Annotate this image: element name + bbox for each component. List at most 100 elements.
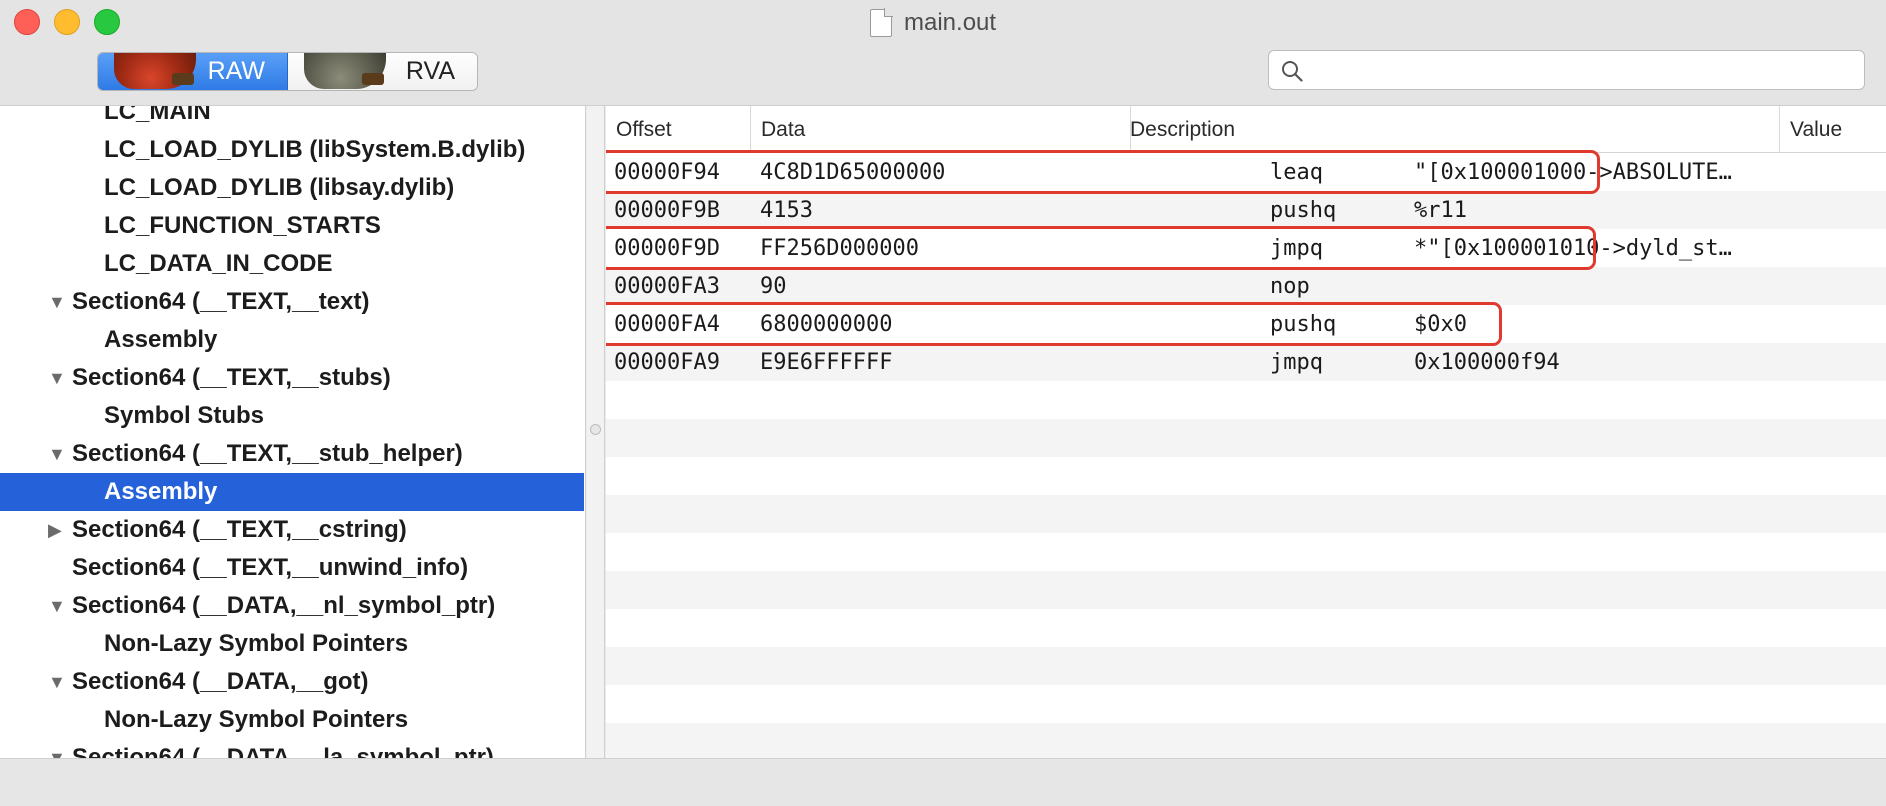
sidebar-item[interactable]: LC_LOAD_DYLIB (libsay.dylib) (0, 169, 584, 207)
table-row[interactable]: 00000FA4 6800000000 pushq $0x0 (606, 305, 1886, 343)
sidebar-item-label: Section64 (__TEXT,__unwind_info) (72, 554, 469, 581)
sidebar-item-label: Section64 (__TEXT,__stubs) (72, 364, 391, 391)
offset-cell: 00000FA4 (614, 311, 720, 337)
sidebar-item[interactable]: ▼ Section64 (__TEXT,__text) (0, 283, 584, 321)
table-row[interactable]: 00000FA3 90 nop (606, 267, 1886, 305)
empty-table-row (606, 571, 1886, 609)
sidebar-item[interactable]: LC_DATA_IN_CODE (0, 245, 584, 283)
offset-cell: 00000F9B (614, 197, 720, 223)
operand-cell: *"[0x100001010->dyld_st… (1414, 235, 1732, 261)
sidebar-item[interactable]: Symbol Stubs (0, 397, 584, 435)
search-field[interactable] (1268, 50, 1865, 90)
sidebar-item[interactable]: LC_LOAD_DYLIB (libSystem.B.dylib) (0, 131, 584, 169)
load-commands-tree: LC_MAIN LC_LOAD_DYLIB (libSystem.B.dylib)… (0, 106, 586, 758)
sidebar-item[interactable]: Assembly (0, 321, 584, 359)
zoom-window-button[interactable] (94, 9, 120, 35)
data-cell: E9E6FFFFFF (760, 349, 893, 375)
disclosure-triangle-icon[interactable]: ▼ (48, 596, 66, 617)
offset-cell: 00000F94 (614, 159, 720, 185)
sidebar-item-label: Non-Lazy Symbol Pointers (104, 630, 409, 657)
mnemonic-cell: pushq (1270, 197, 1337, 223)
column-header-data[interactable]: Data (751, 106, 1131, 153)
sidebar-item[interactable]: Section64 (__TEXT,__unwind_info) (0, 549, 584, 587)
empty-table-row (606, 685, 1886, 723)
sidebar-item[interactable]: Non-Lazy Symbol Pointers (0, 625, 584, 663)
data-cell: 90 (760, 273, 787, 299)
operand-cell: "[0x100001000->ABSOLUTE… (1414, 159, 1732, 185)
sidebar-item-label: Section64 (__DATA,__la_symbol_ptr) (72, 744, 494, 758)
sidebar-item[interactable]: Non-Lazy Symbol Pointers (0, 701, 584, 739)
sidebar-item[interactable]: ▼ Section64 (__DATA,__la_symbol_ptr) (0, 739, 584, 758)
disclosure-triangle-icon[interactable]: ▶ (48, 520, 62, 541)
sidebar-item[interactable]: LC_FUNCTION_STARTS (0, 207, 584, 245)
data-cell: 4C8D1D65000000 (760, 159, 946, 185)
rva-mode-label: RVA (405, 57, 455, 85)
sidebar-item-label: Section64 (__DATA,__got) (72, 668, 369, 695)
empty-table-row (606, 457, 1886, 495)
raw-mode-button[interactable]: RAW (98, 53, 288, 90)
sidebar-item[interactable]: ▼ Section64 (__DATA,__nl_symbol_ptr) (0, 587, 584, 625)
sidebar-item-label: Assembly (104, 478, 218, 505)
data-cell: 4153 (760, 197, 813, 223)
data-cell: 6800000000 (760, 311, 893, 337)
operand-cell: 0x100000f94 (1414, 349, 1560, 375)
offset-cell: 00000F9D (614, 235, 720, 261)
data-cell: FF256D000000 (760, 235, 919, 261)
disclosure-triangle-icon[interactable]: ▼ (48, 444, 66, 465)
sidebar-item-label: LC_FUNCTION_STARTS (104, 212, 381, 239)
raw-mode-label: RAW (207, 57, 265, 85)
table-row[interactable]: 00000F9B 4153 pushq %r11 (606, 191, 1886, 229)
table-header: Offset Data Description Value (606, 106, 1886, 153)
operand-cell: $0x0 (1414, 311, 1467, 337)
sidebar-item-label: Symbol Stubs (104, 402, 265, 429)
title-bar: main.out RAW RVA (0, 0, 1886, 106)
sidebar-item-label: Assembly (104, 326, 218, 353)
sidebar-item-label: Section64 (__DATA,__nl_symbol_ptr) (72, 592, 496, 619)
column-header-description[interactable]: Description (1120, 106, 1780, 153)
sidebar-item[interactable]: Assembly (0, 473, 584, 511)
disclosure-triangle-icon[interactable]: ▼ (48, 368, 66, 389)
sidebar-item[interactable]: LC_MAIN (0, 106, 584, 131)
minimize-window-button[interactable] (54, 9, 80, 35)
sidebar-item[interactable]: ▼ Section64 (__TEXT,__stubs) (0, 359, 584, 397)
sidebar-item-label: Section64 (__TEXT,__text) (72, 288, 370, 315)
empty-table-row (606, 381, 1886, 419)
disassembly-table: Offset Data Description Value 00000F94 4C… (606, 106, 1886, 758)
table-row[interactable]: 00000F94 4C8D1D65000000 leaq "[0x100001000-… (606, 153, 1886, 191)
sidebar-item-label: LC_LOAD_DYLIB (libSystem.B.dylib) (104, 136, 526, 163)
table-row[interactable]: 00000FA9 E9E6FFFFFF jmpq 0x100000f94 (606, 343, 1886, 381)
offset-cell: 00000FA3 (614, 273, 720, 299)
close-window-button[interactable] (14, 9, 40, 35)
rva-mode-button[interactable]: RVA (288, 53, 477, 90)
disclosure-triangle-icon[interactable]: ▼ (48, 672, 66, 693)
search-input[interactable] (1313, 55, 1853, 85)
sidebar-item[interactable]: ▼ Section64 (__TEXT,__stub_helper) (0, 435, 584, 473)
sidebar-item-label: LC_DATA_IN_CODE (104, 250, 333, 277)
disclosure-triangle-icon[interactable]: ▼ (48, 292, 66, 313)
search-icon (1282, 61, 1303, 82)
sidebar-item[interactable]: ▶ Section64 (__TEXT,__cstring) (0, 511, 584, 549)
column-header-value[interactable]: Value (1780, 106, 1886, 153)
empty-table-row (606, 419, 1886, 457)
rva-mode-icon (304, 53, 386, 89)
sidebar-item-label: LC_MAIN (104, 106, 211, 125)
sidebar-item-label: Non-Lazy Symbol Pointers (104, 706, 409, 733)
sidebar-item[interactable]: ▼ Section64 (__DATA,__got) (0, 663, 584, 701)
divider-handle[interactable] (590, 424, 601, 435)
column-header-offset[interactable]: Offset (606, 106, 751, 153)
document-icon (870, 8, 893, 37)
empty-table-row (606, 647, 1886, 685)
table-row[interactable]: 00000F9D FF256D000000 jmpq *"[0x100001010->… (606, 229, 1886, 267)
mnemonic-cell: pushq (1270, 311, 1337, 337)
mnemonic-cell: nop (1270, 273, 1310, 299)
raw-mode-icon (114, 53, 196, 89)
empty-table-row (606, 723, 1886, 758)
empty-table-row (606, 609, 1886, 647)
split-view-divider[interactable] (587, 106, 605, 758)
mnemonic-cell: jmpq (1270, 235, 1323, 261)
sidebar-item-label: Section64 (__TEXT,__cstring) (72, 516, 407, 543)
sidebar-item-label: LC_LOAD_DYLIB (libsay.dylib) (104, 174, 455, 201)
disclosure-triangle-icon[interactable]: ▼ (48, 748, 66, 759)
status-bar (0, 758, 1886, 806)
empty-table-row (606, 533, 1886, 571)
